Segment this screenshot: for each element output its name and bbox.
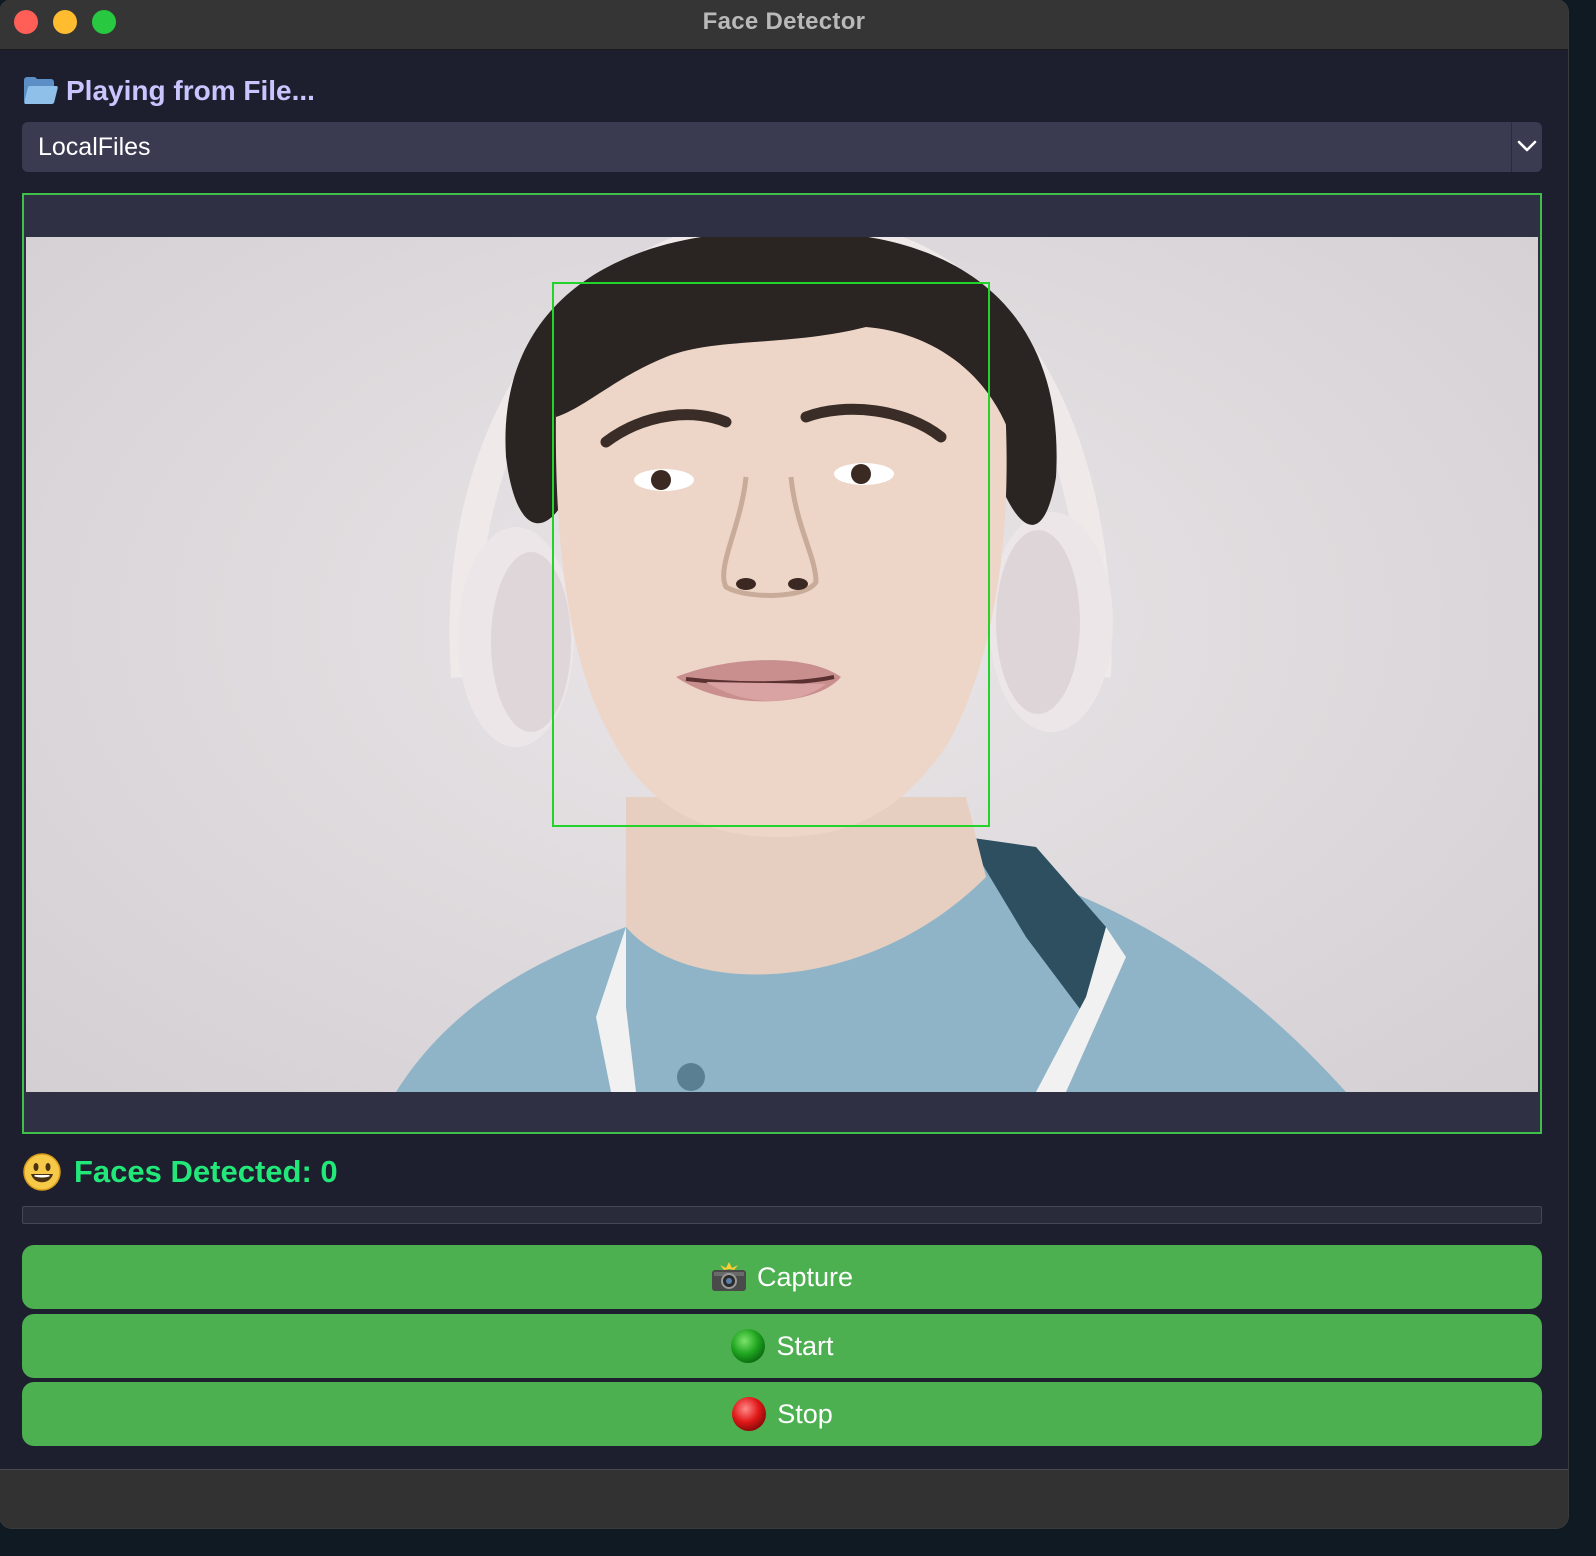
status-label: Playing from File... xyxy=(66,75,315,106)
status-bar xyxy=(0,1469,1568,1528)
playback-status: Playing from File... xyxy=(22,70,315,112)
window-title: Face Detector xyxy=(702,8,866,35)
capture-button-label: Capture xyxy=(756,1261,854,1292)
video-frame-image xyxy=(26,237,1538,1092)
camera-flash-icon xyxy=(711,1262,746,1291)
source-dropdown-value: LocalFiles xyxy=(38,133,151,161)
progress-bar xyxy=(22,1206,1542,1224)
source-dropdown[interactable]: LocalFiles xyxy=(22,122,1542,172)
faces-detected-status: Faces Detected: 0 xyxy=(22,1150,338,1194)
app-window: Face Detector Playing from File... Local… xyxy=(0,0,1568,1528)
stop-button[interactable]: Stop xyxy=(22,1382,1542,1446)
folder-icon xyxy=(22,77,59,105)
title-bar: Face Detector xyxy=(0,0,1568,50)
start-button[interactable]: Start xyxy=(22,1314,1542,1378)
capture-button[interactable]: Capture xyxy=(22,1245,1542,1309)
stop-button-label: Stop xyxy=(777,1398,833,1429)
video-preview xyxy=(22,193,1542,1134)
chevron-down-icon[interactable] xyxy=(1516,135,1538,157)
dropdown-divider xyxy=(1511,122,1512,172)
smiley-icon xyxy=(23,1153,61,1191)
green-circle-icon xyxy=(731,1329,766,1363)
red-circle-icon xyxy=(732,1397,767,1431)
start-button-label: Start xyxy=(776,1330,834,1361)
face-detection-box xyxy=(552,282,990,827)
faces-detected-label: Faces Detected: 0 xyxy=(74,1154,338,1189)
